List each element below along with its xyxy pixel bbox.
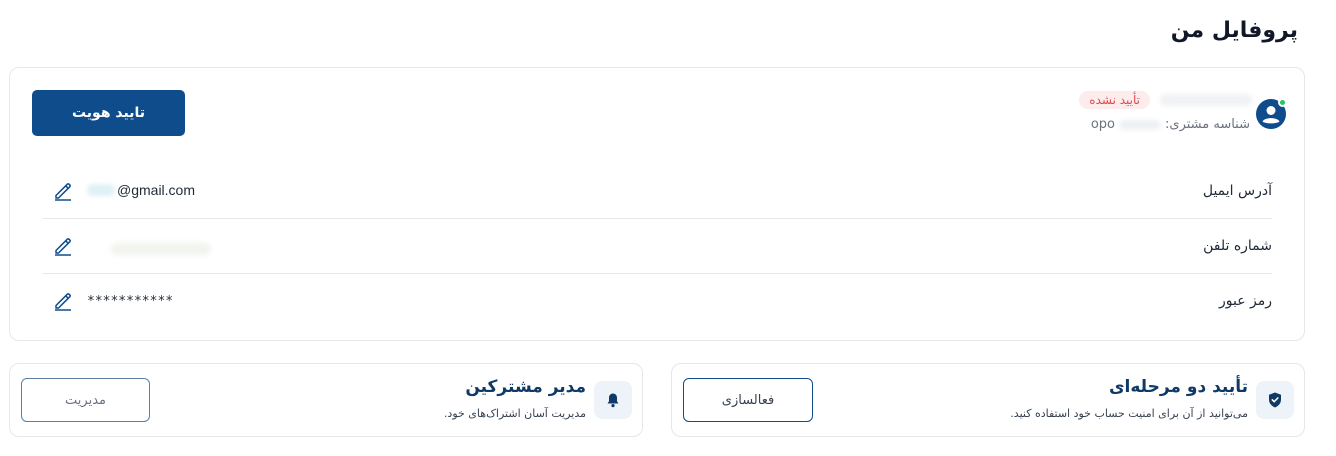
email-row: آدرس ایمیل @gmail.com (43, 164, 1272, 219)
two-factor-title: تأیید دو مرحله‌ای (1108, 377, 1248, 397)
email-value: @gmail.com (87, 182, 195, 198)
shield-check-icon (1269, 392, 1281, 408)
password-label: رمز عبور (1218, 293, 1272, 309)
activate-button[interactable]: فعالسازی (683, 378, 813, 422)
email-redacted (87, 184, 115, 196)
phone-label: شماره تلفن (1203, 238, 1272, 254)
two-factor-description: می‌توانید از آن برای امنیت حساب خود استف… (1010, 407, 1248, 420)
bell-icon (607, 393, 619, 408)
avatar[interactable] (1256, 98, 1287, 129)
two-factor-card: تأیید دو مرحله‌ای می‌توانید از آن برای ا… (671, 363, 1305, 437)
phone-row: شماره تلفن (43, 219, 1272, 274)
user-name-redacted (1160, 94, 1252, 106)
email-label: آدرس ایمیل (1202, 183, 1272, 199)
customer-id-redacted (1119, 119, 1162, 130)
online-status-dot (1278, 98, 1287, 107)
password-value: *********** (87, 294, 174, 309)
phone-redacted (111, 243, 211, 255)
subscription-manager-card: مدیر مشترکین مدیریت آسان اشتراک‌های خود.… (9, 363, 643, 437)
manage-button[interactable]: مدیریت (21, 378, 150, 422)
password-row: رمز عبور *********** (43, 274, 1272, 329)
pencil-icon[interactable] (53, 181, 73, 201)
profile-info-list: آدرس ایمیل @gmail.com شماره تلفن رمز عبو… (43, 164, 1272, 329)
verify-identity-button[interactable]: تایید هویت (32, 90, 185, 136)
email-domain: @gmail.com (117, 182, 196, 198)
status-badge: تأیید نشده (1079, 91, 1150, 109)
two-factor-icon-box (1256, 381, 1294, 419)
subscription-manager-description: مدیریت آسان اشتراک‌های خود. (443, 407, 586, 420)
subscription-icon-box (594, 381, 632, 419)
phone-value (87, 237, 211, 255)
profile-card: تأیید نشده شناسه مشتری: opo تایید هویت آ… (9, 67, 1305, 341)
pencil-icon[interactable] (53, 236, 73, 256)
page-title: پروفایل من (1170, 18, 1298, 43)
customer-id-prefix: opo (1090, 117, 1116, 132)
pencil-icon[interactable] (53, 291, 73, 311)
customer-id: شناسه مشتری: opo (1091, 117, 1250, 132)
subscription-manager-title: مدیر مشترکین (465, 377, 586, 397)
customer-id-label: شناسه مشتری: (1165, 117, 1250, 132)
